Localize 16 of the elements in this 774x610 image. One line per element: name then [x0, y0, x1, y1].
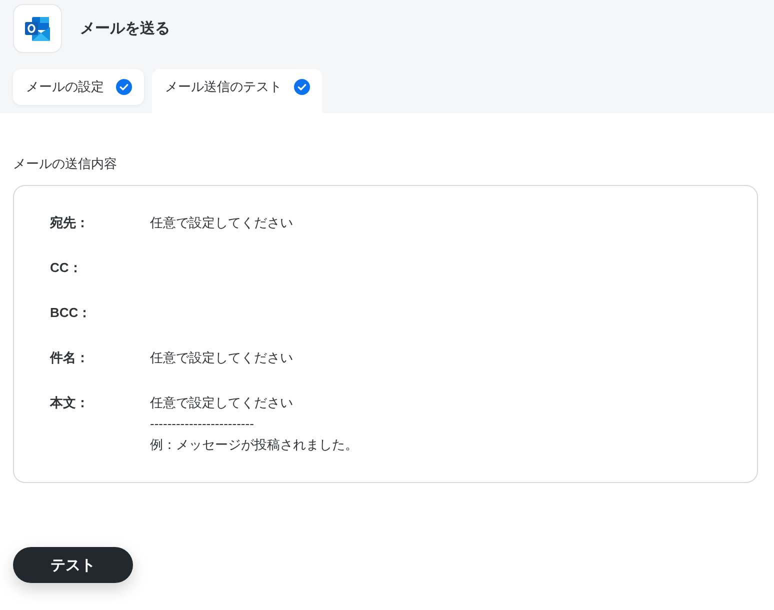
tab[interactable]: メール送信のテスト [152, 69, 322, 113]
field-value: 任意で設定してください [150, 349, 293, 367]
field-label: 本文： [50, 394, 90, 412]
field-value: ------------------------ [150, 415, 255, 433]
field-label: 宛先： [50, 214, 90, 232]
field-value: 任意で設定してください [150, 394, 294, 412]
tab[interactable]: メールの設定 [13, 69, 144, 105]
mail-app-icon [13, 4, 62, 53]
field-value: 例：メッセージが投稿されました。 [150, 436, 358, 454]
field-value: 任意で設定してください [150, 214, 293, 232]
field-label: BCC： [50, 304, 92, 322]
section-title: メールの送信内容 [13, 155, 118, 172]
page-title: メールを送る [80, 19, 170, 38]
field-label: CC： [50, 259, 83, 277]
field-label: 件名： [50, 349, 90, 367]
test-button[interactable]: テスト [13, 547, 133, 583]
